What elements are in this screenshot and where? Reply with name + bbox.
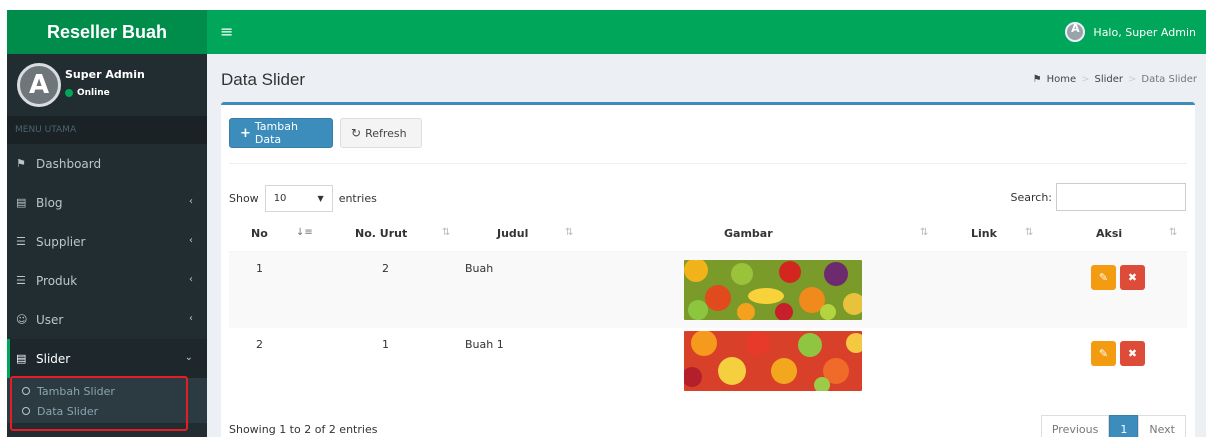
table-info: Showing 1 to 2 of 2 entries (229, 423, 378, 436)
top-navbar: Reseller Buah ≡ Halo, Super Admin (7, 10, 1206, 54)
sort-icon[interactable]: ⇅ (565, 227, 573, 238)
chevron-down-icon: ⌄ (184, 352, 193, 363)
column-header-link[interactable]: Link (971, 215, 997, 251)
pagination-page[interactable]: 1 (1109, 415, 1139, 437)
user-name: Super Admin (65, 68, 145, 81)
chevron-left-icon: ‹ (189, 196, 193, 207)
refresh-icon: ↻ (351, 126, 362, 140)
slider-image (684, 331, 862, 391)
pagination-next[interactable]: Next (1138, 415, 1186, 437)
online-dot-icon (65, 89, 73, 97)
chevron-left-icon: ‹ (189, 313, 193, 324)
search-control: Search: (1010, 183, 1186, 211)
user-panel: Super Admin Online (7, 54, 207, 116)
column-header-aksi[interactable]: Aksi (1096, 215, 1122, 251)
cell-no: 1 (256, 262, 263, 275)
sidebar-item-label: Blog (36, 195, 63, 210)
caret-down-icon: ▼ (317, 194, 324, 203)
breadcrumb-home[interactable]: Home (1047, 74, 1077, 85)
show-label: Show (229, 192, 259, 205)
breadcrumb-separator: > (1128, 74, 1137, 85)
user-status: Online (65, 88, 110, 98)
main-content: Data Slider ⚑ Home > Slider > Data Slide… (207, 54, 1206, 437)
table-row: 1 2 Buah ✎ ✖ (229, 252, 1187, 328)
breadcrumb-separator: > (1081, 74, 1090, 85)
sidebar-item-label: User (36, 312, 64, 327)
sidebar-item-user[interactable]: ☺ User ‹ (7, 300, 207, 339)
bars-icon[interactable]: ≡ (220, 22, 233, 42)
newspaper-icon: ▤ (16, 352, 27, 365)
sort-icon[interactable]: ⇅ (1025, 227, 1033, 238)
search-input[interactable] (1056, 183, 1186, 211)
cell-no-urut: 2 (382, 262, 389, 275)
search-label: Search: (1010, 190, 1053, 204)
column-header-judul[interactable]: Judul (497, 215, 528, 251)
sidebar-item-slider[interactable]: ▤ Slider ⌄ (7, 339, 207, 378)
plus-icon: + (240, 125, 251, 141)
user-greeting: Halo, Super Admin (1093, 25, 1196, 39)
sort-desc-icon[interactable]: ↓≡ (296, 227, 313, 238)
sort-icon[interactable]: ⇅ (920, 227, 928, 238)
refresh-button[interactable]: ↻ Refresh (340, 118, 422, 148)
users-icon: ☺ (16, 313, 28, 326)
sidebar-item-label: Dashboard (36, 156, 102, 171)
brand-logo[interactable]: Reseller Buah (7, 10, 207, 54)
sidebar-item-blog[interactable]: ▤ Blog ‹ (7, 183, 207, 222)
column-header-no[interactable]: No (251, 215, 268, 251)
column-header-no-urut[interactable]: No. Urut (355, 215, 407, 251)
sidebar-item-dashboard[interactable]: ⚑ Dashboard (7, 144, 207, 183)
breadcrumb: ⚑ Home > Slider > Data Slider (1033, 74, 1197, 85)
menu-header: MENU UTAMA (7, 116, 207, 144)
data-box: + Tambah Data ↻ Refresh Show 10 ▼ entrie… (221, 102, 1195, 437)
entries-label: entries (338, 192, 377, 205)
entries-control: Show 10 ▼ entries (229, 185, 377, 212)
highlight-box (10, 376, 188, 431)
chevron-left-icon: ‹ (189, 235, 193, 246)
cart-icon: ☰ (16, 274, 26, 287)
cell-judul: Buah (465, 262, 494, 275)
cell-no: 2 (256, 338, 263, 351)
slider-image (684, 260, 862, 320)
newspaper-icon: ▤ (16, 196, 27, 209)
sort-icon[interactable]: ⇅ (442, 227, 450, 238)
user-menu[interactable]: Halo, Super Admin (1065, 22, 1196, 42)
user-status-label: Online (77, 88, 110, 98)
edit-button[interactable]: ✎ (1091, 265, 1116, 290)
sidebar-item-label: Produk (36, 273, 78, 288)
edit-button[interactable]: ✎ (1091, 341, 1116, 366)
table-row: 2 1 Buah 1 ✎ ✖ (229, 328, 1187, 404)
cell-no-urut: 1 (382, 338, 389, 351)
refresh-label: Refresh (365, 126, 407, 140)
sort-icon[interactable]: ⇅ (1169, 227, 1177, 238)
breadcrumb-current: Data Slider (1141, 74, 1197, 85)
entries-value: 10 (273, 193, 287, 204)
sidebar-item-supplier[interactable]: ☰ Supplier ‹ (7, 222, 207, 261)
divider (229, 163, 1187, 164)
chevron-left-icon: ‹ (189, 274, 193, 285)
cell-judul: Buah 1 (465, 338, 504, 351)
entries-select[interactable]: 10 ▼ (264, 185, 333, 212)
page-title: Data Slider (221, 70, 306, 89)
breadcrumb-slider[interactable]: Slider (1095, 74, 1124, 85)
delete-button[interactable]: ✖ (1120, 341, 1145, 366)
pagination-previous[interactable]: Previous (1040, 415, 1110, 437)
add-data-button[interactable]: + Tambah Data (229, 118, 333, 148)
avatar (1065, 22, 1086, 42)
dashboard-icon: ⚑ (16, 157, 26, 170)
avatar (17, 63, 61, 107)
sidebar-item-label: Slider (36, 351, 71, 366)
dashboard-icon: ⚑ (1032, 74, 1042, 85)
sidebar: Super Admin Online MENU UTAMA ⚑ Dashboar… (7, 54, 207, 437)
add-data-label: Tambah Data (254, 120, 298, 146)
pagination: Previous 1 Next (1040, 415, 1186, 437)
cart-icon: ☰ (16, 235, 26, 248)
column-header-gambar[interactable]: Gambar (724, 215, 773, 251)
sidebar-item-produk[interactable]: ☰ Produk ‹ (7, 261, 207, 300)
sidebar-item-label: Supplier (36, 234, 86, 249)
app-window: Reseller Buah ≡ Halo, Super Admin Super … (7, 10, 1206, 437)
delete-button[interactable]: ✖ (1120, 265, 1145, 290)
